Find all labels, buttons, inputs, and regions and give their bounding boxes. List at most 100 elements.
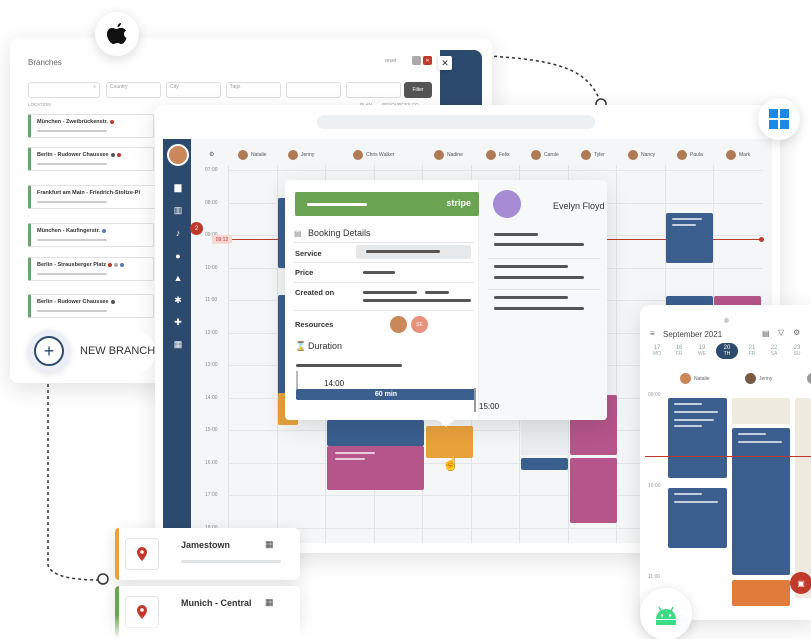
add-booking-button[interactable]: ▣	[790, 572, 811, 594]
event-block-hovered[interactable]	[426, 426, 473, 458]
staff-name[interactable]: Jenny	[301, 152, 314, 158]
mobile-event[interactable]	[732, 428, 790, 575]
event-block[interactable]	[570, 458, 617, 523]
day-selector[interactable]: 22 SA	[766, 345, 782, 357]
branch-row[interactable]: Frankfurt am Main - Friedrich-Stoltze-Pl	[28, 185, 158, 209]
staff-avatar	[238, 150, 248, 160]
date-to-input[interactable]	[346, 82, 401, 98]
divider	[488, 258, 600, 259]
menu-icon[interactable]: ≡	[650, 329, 655, 338]
day-selector[interactable]: 18 FR	[671, 345, 687, 357]
staff-avatar	[745, 373, 756, 384]
user-icon[interactable]: ●	[166, 249, 190, 263]
tag-dot	[114, 262, 119, 267]
staff-name[interactable]: Paula	[690, 152, 703, 158]
branch-row[interactable]: Berlin - Rudower Chaussee	[28, 294, 154, 318]
day-selector-active[interactable]: 20 TH	[716, 343, 738, 359]
staff-avatar	[581, 150, 591, 160]
new-branch-label[interactable]: NEW BRANCH	[80, 345, 155, 357]
reset-link[interactable]: reset	[385, 58, 396, 64]
staff-name[interactable]: Tyler	[594, 152, 605, 158]
duration-slider-end[interactable]	[474, 388, 476, 412]
time-label: 12:00	[205, 329, 218, 336]
duration-bar[interactable]: 60 min	[296, 389, 476, 400]
staff-name[interactable]: Nancy	[641, 152, 655, 158]
staff-name[interactable]: Natalie	[251, 152, 267, 158]
event-block[interactable]	[327, 420, 424, 446]
staff-avatar	[680, 373, 691, 384]
created-on-label: Created on	[295, 288, 335, 297]
bell-icon[interactable]: ♪	[166, 226, 190, 240]
city-select[interactable]: City	[166, 82, 221, 98]
user-avatar[interactable]	[167, 144, 189, 166]
staff-name: Natalie	[694, 376, 710, 382]
briefcase-icon[interactable]: ▆	[166, 180, 190, 194]
mobile-event[interactable]	[795, 398, 811, 598]
branch-row[interactable]: München - Zweibrückenstr.	[28, 114, 154, 138]
branch-row[interactable]: Berlin - Strausberger Platz	[28, 257, 154, 281]
staff-avatar	[677, 150, 687, 160]
staff-name[interactable]: Carole	[544, 152, 559, 158]
tags-select[interactable]: Tags	[226, 82, 281, 98]
event-block[interactable]	[327, 446, 424, 490]
time-label: 14:00	[205, 394, 218, 401]
branch-row[interactable]: Berlin - Rudower Chaussee	[28, 147, 154, 171]
staff-name[interactable]: Nadine	[447, 152, 463, 158]
calendar-icon: ▤	[294, 229, 302, 238]
day-selector[interactable]: 19 WE	[694, 345, 710, 357]
new-branch-button[interactable]: +	[28, 330, 70, 372]
settings-icon[interactable]: ⚙	[793, 328, 800, 337]
chart-icon[interactable]: ▥	[166, 203, 190, 217]
grid-icon[interactable]: ▦	[166, 337, 190, 351]
plus-icon: +	[34, 336, 64, 366]
tag-dot	[110, 299, 115, 304]
resource-badge[interactable]: SE	[411, 316, 428, 333]
event-block[interactable]	[521, 420, 568, 455]
filter-icon[interactable]: ▽	[778, 328, 784, 337]
mobile-event[interactable]	[732, 580, 790, 606]
day-selector[interactable]: 23 SU	[789, 345, 805, 357]
time-label: 17:00	[205, 492, 218, 498]
time-label: 07:00	[205, 167, 218, 173]
time-label: 10:00	[648, 483, 661, 489]
notification-badge: 2	[190, 222, 203, 235]
location-card[interactable]: Jamestown ▦	[115, 528, 300, 580]
resource-avatar[interactable]	[390, 316, 407, 333]
settings-icon[interactable]	[412, 56, 421, 65]
tag-dot	[101, 228, 106, 233]
customer-panel	[478, 180, 607, 420]
month-title[interactable]: September 2021	[663, 330, 722, 339]
map-pin-icon	[125, 538, 159, 570]
event-block[interactable]	[666, 213, 713, 263]
staff-name[interactable]: Chris Walker	[366, 152, 394, 158]
filter-button[interactable]: Filter	[404, 82, 432, 98]
service-field[interactable]	[356, 245, 471, 259]
branch-row[interactable]: München - Kaufingerstr.	[28, 223, 154, 247]
staff-name: Jenny	[759, 376, 773, 382]
team-icon[interactable]: ▲	[166, 271, 190, 285]
android-logo-icon	[640, 588, 692, 639]
staff-name[interactable]: Felix	[499, 152, 510, 158]
day-selector[interactable]: 21 FR	[744, 345, 760, 357]
staff-avatar	[486, 150, 496, 160]
day-selector[interactable]: 17 MO	[649, 345, 665, 357]
mobile-event[interactable]	[668, 488, 727, 548]
search-input[interactable]: ⌕	[28, 82, 100, 98]
mobile-event[interactable]	[732, 398, 790, 424]
close-icon[interactable]: ✕	[438, 56, 452, 70]
map-icon[interactable]: ▦	[265, 539, 274, 550]
settings-icon[interactable]: ✱	[166, 293, 190, 307]
date-from-input[interactable]	[286, 82, 341, 98]
delete-icon[interactable]: ✕	[423, 56, 432, 65]
calendar-icon[interactable]: ▤	[762, 329, 770, 338]
branch-name: Berlin - Strausberger Platz	[37, 262, 107, 268]
country-select[interactable]: Country	[106, 82, 161, 98]
map-icon[interactable]: ▦	[265, 597, 274, 608]
service-label: Service	[295, 249, 322, 258]
mobile-event[interactable]	[668, 398, 727, 478]
filter-settings-icon[interactable]: ⚙	[209, 151, 214, 158]
event-block[interactable]	[521, 458, 568, 470]
staff-name[interactable]: Mark	[739, 152, 750, 158]
time-label: 11:00	[648, 574, 661, 580]
plugin-icon[interactable]: ✚	[166, 315, 190, 329]
